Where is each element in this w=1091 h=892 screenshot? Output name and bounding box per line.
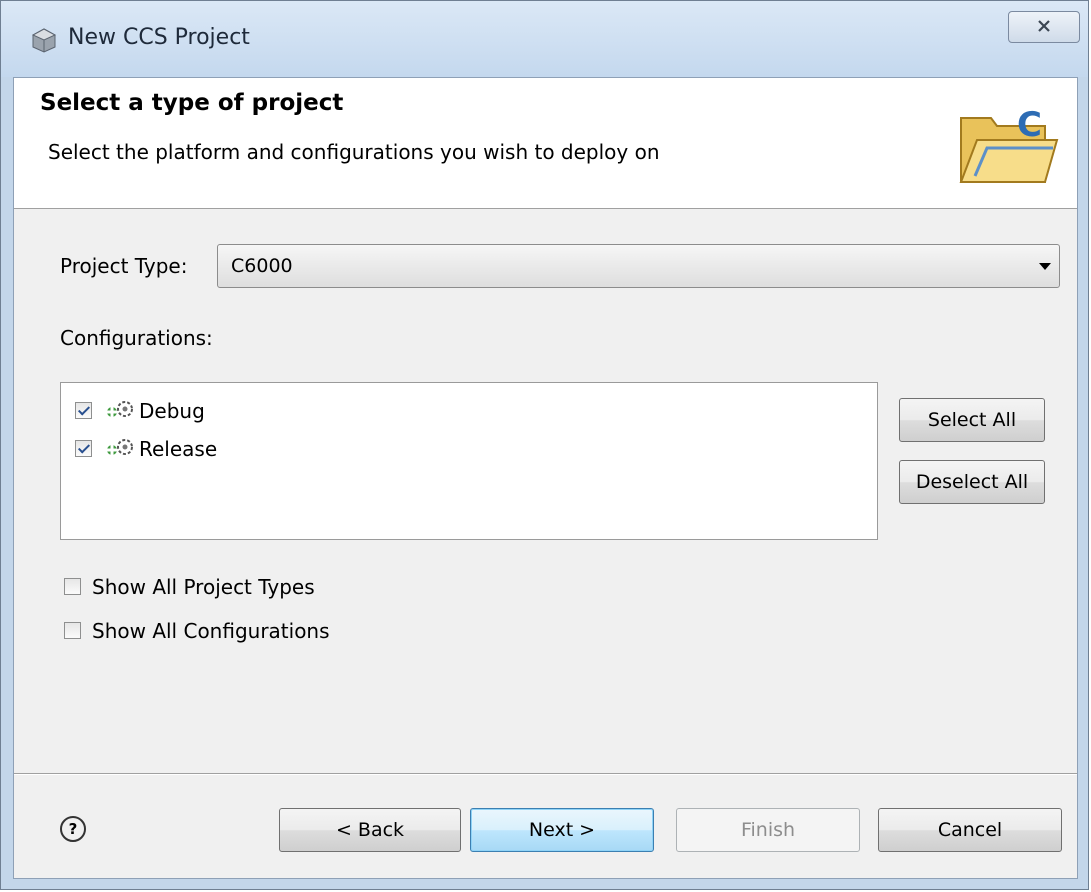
- wizard-page-title: Select a type of project: [40, 90, 344, 116]
- next-button[interactable]: Next >: [470, 808, 654, 852]
- build-config-icon: [107, 439, 133, 455]
- build-config-icon: [107, 401, 133, 417]
- chevron-down-icon: [1039, 263, 1051, 270]
- project-type-label: Project Type:: [60, 254, 188, 278]
- debug-label: Debug: [139, 399, 205, 423]
- show-all-configurations-checkbox[interactable]: [64, 622, 81, 639]
- select-all-button[interactable]: Select All: [899, 398, 1045, 442]
- back-button[interactable]: < Back: [279, 808, 461, 852]
- window-title: New CCS Project: [68, 25, 250, 50]
- finish-button: Finish: [676, 808, 860, 852]
- close-icon: [1038, 20, 1050, 32]
- debug-checkbox[interactable]: [75, 402, 92, 419]
- wizard-page-description: Select the platform and configurations y…: [48, 140, 660, 164]
- ccs-project-folder-icon: C: [959, 105, 1059, 183]
- list-item[interactable]: Debug: [75, 399, 475, 425]
- footer-separator: [14, 773, 1077, 775]
- dialog-body: Select a type of project Select the plat…: [13, 77, 1078, 879]
- configurations-list[interactable]: Debug Release: [60, 382, 878, 540]
- title-bar: New CCS Project: [1, 1, 1088, 77]
- cancel-button[interactable]: Cancel: [878, 808, 1062, 852]
- list-item[interactable]: Release: [75, 437, 475, 463]
- configurations-label: Configurations:: [60, 326, 213, 350]
- show-all-configurations-label: Show All Configurations: [92, 619, 330, 643]
- project-type-combo[interactable]: C6000: [217, 244, 1060, 288]
- release-label: Release: [139, 437, 218, 461]
- show-all-project-types-option[interactable]: Show All Project Types: [64, 574, 464, 602]
- help-icon[interactable]: ?: [60, 816, 86, 842]
- project-type-value: C6000: [231, 255, 293, 277]
- show-all-project-types-label: Show All Project Types: [92, 575, 315, 599]
- wizard-banner: Select a type of project Select the plat…: [14, 78, 1077, 209]
- deselect-all-button[interactable]: Deselect All: [899, 460, 1045, 504]
- show-all-project-types-checkbox[interactable]: [64, 578, 81, 595]
- show-all-configurations-option[interactable]: Show All Configurations: [64, 618, 464, 646]
- new-ccs-project-dialog: New CCS Project Select a type of project…: [0, 0, 1089, 890]
- close-button[interactable]: [1008, 11, 1080, 43]
- svg-text:C: C: [1017, 105, 1042, 145]
- release-checkbox[interactable]: [75, 440, 92, 457]
- app-cube-icon: [31, 28, 57, 53]
